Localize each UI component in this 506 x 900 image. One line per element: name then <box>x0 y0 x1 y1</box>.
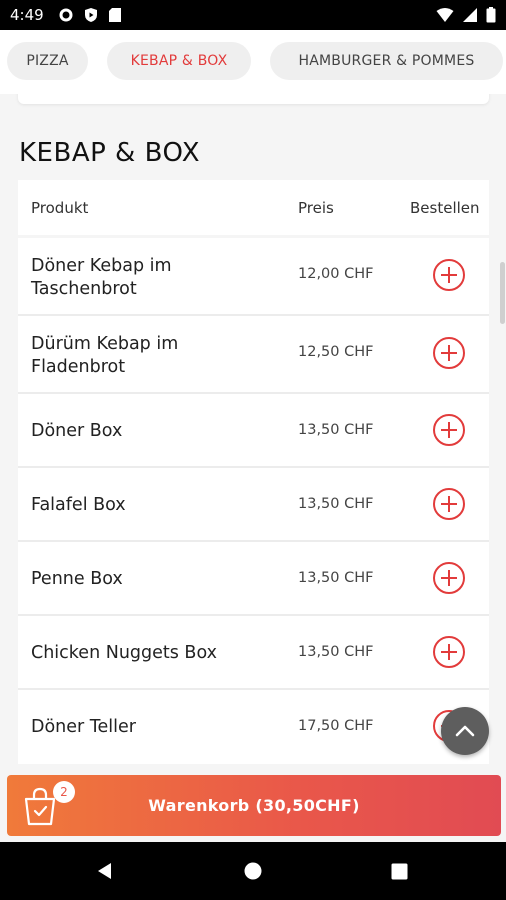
product-name: Dürüm Kebap im Fladenbrot <box>31 334 179 377</box>
plus-circle-icon[interactable] <box>432 258 466 292</box>
table-row: Döner Kebap im Taschenbrot 12,00 CHF <box>18 238 489 316</box>
table-row: Döner Box 13,50 CHF <box>18 394 489 468</box>
plus-circle-icon[interactable] <box>432 635 466 669</box>
table-row: Chicken Nuggets Box 13,50 CHF <box>18 616 489 690</box>
recents-icon[interactable] <box>391 863 408 880</box>
status-time: 4:49 <box>10 6 44 24</box>
sd-card-icon <box>109 8 121 22</box>
product-price: 13,50 CHF <box>298 644 374 660</box>
menu-content[interactable]: KEBAP & BOX Produkt Preis Bestellen Döne… <box>0 94 506 774</box>
plus-circle-icon[interactable] <box>432 561 466 595</box>
category-tabs: PIZZA KEBAP & BOX HAMBURGER & POMMES <box>0 30 506 94</box>
battery-icon <box>486 7 496 23</box>
table-header: Produkt Preis Bestellen <box>18 180 489 235</box>
product-price: 17,50 CHF <box>298 718 374 734</box>
scroll-to-top-button[interactable] <box>441 707 489 755</box>
table-row: Dürüm Kebap im Fladenbrot 12,50 CHF <box>18 316 489 394</box>
product-name: Döner Box <box>31 421 123 441</box>
product-name: Döner Teller <box>31 717 136 737</box>
tab-hamburger-pommes[interactable]: HAMBURGER & POMMES <box>270 42 503 80</box>
product-name: Döner Kebap im Taschenbrot <box>31 256 172 299</box>
previous-section-card <box>18 94 489 104</box>
header-price: Preis <box>298 199 334 217</box>
status-bar: 4:49 <box>0 0 506 30</box>
settings-icon <box>59 8 73 22</box>
menu-table: Produkt Preis Bestellen Döner Kebap im T… <box>18 180 489 764</box>
plus-circle-icon[interactable] <box>432 336 466 370</box>
product-price: 13,50 CHF <box>298 570 374 586</box>
tab-kebap-box[interactable]: KEBAP & BOX <box>107 42 251 80</box>
table-row: Falafel Box 13,50 CHF <box>18 468 489 542</box>
play-protect-icon <box>85 8 97 22</box>
chevron-up-icon <box>455 725 475 737</box>
product-name: Penne Box <box>31 569 123 589</box>
scrollbar[interactable] <box>500 262 505 324</box>
table-row: Penne Box 13,50 CHF <box>18 542 489 616</box>
product-price: 13,50 CHF <box>298 422 374 438</box>
plus-circle-icon[interactable] <box>432 413 466 447</box>
product-price: 12,00 CHF <box>298 266 374 282</box>
product-name: Chicken Nuggets Box <box>31 643 217 663</box>
header-order: Bestellen <box>410 199 480 217</box>
navigation-bar <box>0 842 506 900</box>
section-title: KEBAP & BOX <box>19 138 201 168</box>
signal-icon <box>463 8 477 22</box>
wifi-icon <box>436 8 454 22</box>
plus-circle-icon[interactable] <box>432 487 466 521</box>
product-price: 12,50 CHF <box>298 344 374 360</box>
product-price: 13,50 CHF <box>298 496 374 512</box>
tab-pizza[interactable]: PIZZA <box>7 42 88 80</box>
header-product: Produkt <box>31 199 89 217</box>
product-name: Falafel Box <box>31 495 126 515</box>
cart-label: Warenkorb (30,50CHF) <box>148 796 360 815</box>
back-icon[interactable] <box>96 862 114 880</box>
table-row: Döner Teller 17,50 CHF <box>18 690 489 764</box>
home-icon[interactable] <box>244 862 262 880</box>
cart-button[interactable]: 2 Warenkorb (30,50CHF) <box>7 775 501 836</box>
